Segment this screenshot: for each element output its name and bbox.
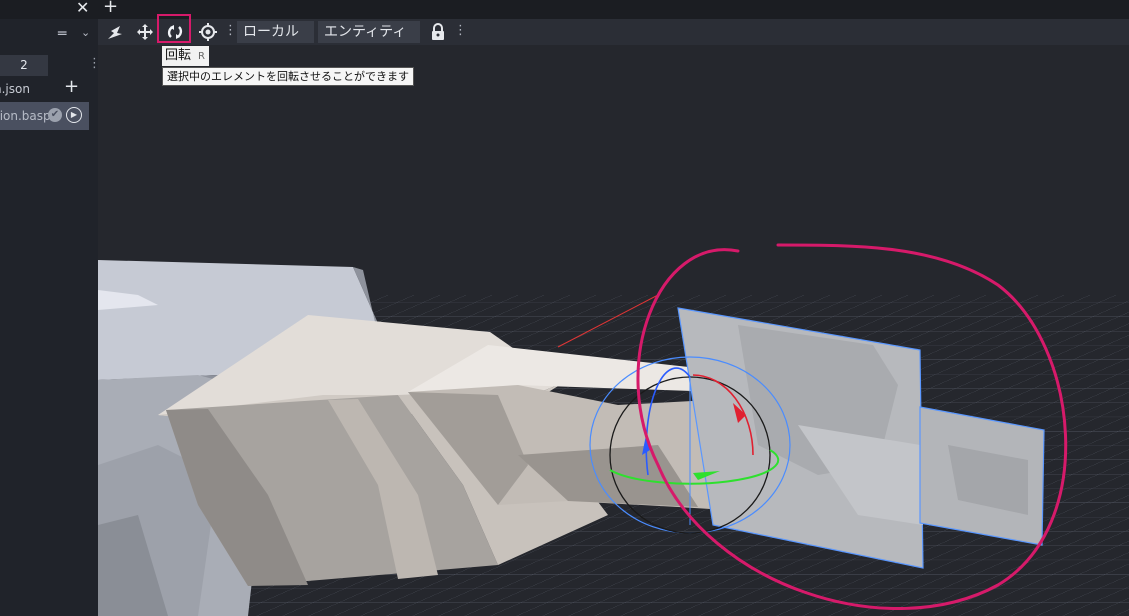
pivot-tool-icon[interactable] xyxy=(105,22,125,42)
tab-2[interactable]: 2 xyxy=(0,55,48,76)
chevron-down-icon[interactable]: ⌄ xyxy=(81,26,90,39)
sidebar-header: ✕ xyxy=(0,0,98,19)
viewport-scene[interactable] xyxy=(98,45,1129,616)
space-dropdown[interactable]: ローカル▼ xyxy=(237,21,314,61)
lock-icon[interactable] xyxy=(428,22,448,42)
tooltip-description: 選択中のエレメントを回転させることができます xyxy=(162,67,414,86)
viewport-toolbar: ⋮ ローカル▼ エンティティ▼ ⋮ xyxy=(98,14,1129,61)
more-options-icon[interactable]: ⋮ xyxy=(454,23,467,38)
tooltip-title: 回転 R xyxy=(162,46,209,66)
tooltip-shortcut: R xyxy=(198,51,205,62)
file-item-json[interactable]: n.json xyxy=(0,82,30,96)
add-file-icon[interactable]: + xyxy=(64,76,79,97)
more-options-icon[interactable]: ⋮ xyxy=(88,56,98,71)
check-icon: ✔ xyxy=(48,108,62,122)
file-item-selected[interactable]: tion.basp ✔ ▶ xyxy=(0,102,89,130)
3d-viewport[interactable] xyxy=(98,45,1129,616)
add-tab-icon[interactable]: + xyxy=(103,0,118,17)
menu-lines-icon[interactable]: ═ xyxy=(58,26,66,42)
tab-bar: + xyxy=(98,0,1129,19)
play-icon[interactable]: ▶ xyxy=(66,107,82,123)
move-icon[interactable] xyxy=(135,22,155,42)
mode-dropdown[interactable]: エンティティ▼ xyxy=(318,21,420,61)
more-options-icon[interactable]: ⋮ xyxy=(224,23,237,38)
close-icon[interactable]: ✕ xyxy=(76,0,89,17)
file-item-label: tion.basp xyxy=(0,109,51,123)
rotate-icon[interactable] xyxy=(165,22,185,42)
locate-icon[interactable] xyxy=(198,22,218,42)
sidebar: ✕ ═ ⌄ 2 ⋮ n.json + tion.basp ✔ ▶ xyxy=(0,0,98,616)
